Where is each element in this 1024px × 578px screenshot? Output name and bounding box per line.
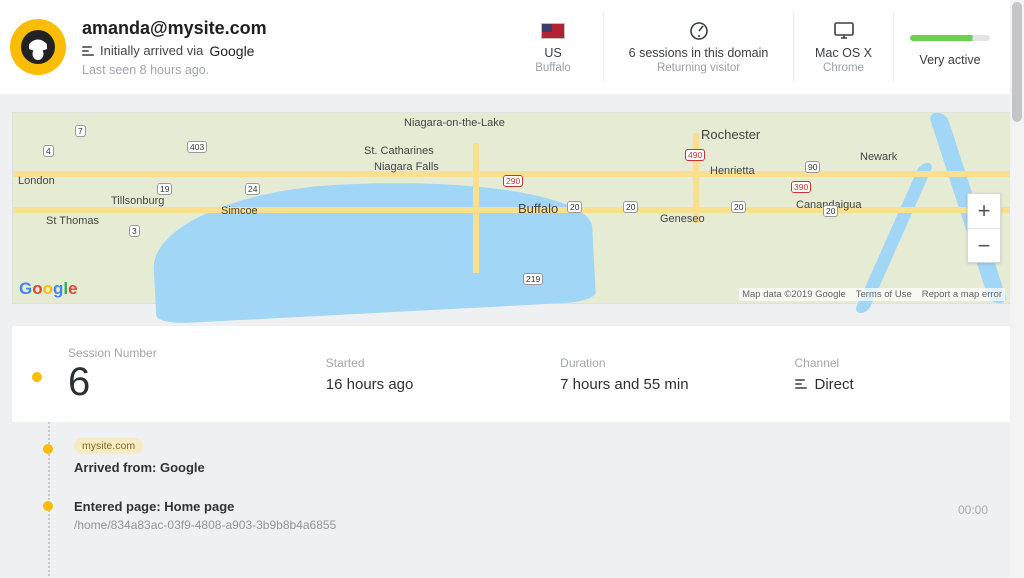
flag-us-icon [541, 23, 565, 39]
city-label: Niagara Falls [371, 161, 442, 173]
google-logo: Google [19, 279, 78, 299]
session-channel-label: Channel [795, 356, 982, 370]
timeline-entered-path: /home/834a83ac-03f9-4808-a903-3b9b8b4a68… [74, 518, 992, 532]
location-map[interactable]: London St Thomas Tillsonburg Simcoe St. … [12, 112, 1012, 304]
visitor-header: amanda@mysite.com Initially arrived via … [0, 0, 1024, 94]
route-shield: 20 [567, 201, 582, 213]
route-shield: 20 [731, 201, 746, 213]
timeline-item-arrived: mysite.com Arrived from: Google [68, 422, 1012, 479]
map-zoom-in-button[interactable]: + [968, 194, 1000, 228]
header-stats: US Buffalo 6 sessions in this domain Ret… [503, 12, 1006, 82]
route-shield: 4 [43, 145, 54, 157]
session-timeline: mysite.com Arrived from: Google Entered … [12, 422, 1012, 536]
route-shield: 390 [791, 181, 811, 193]
route-shield: 19 [157, 183, 172, 195]
page-scrollbar[interactable] [1010, 0, 1024, 578]
city-label: Geneseo [657, 213, 708, 225]
route-shield: 290 [503, 175, 523, 187]
timeline-entered-time: 00:00 [958, 503, 988, 517]
gauge-icon [689, 20, 709, 42]
visitor-identity: amanda@mysite.com Initially arrived via … [82, 18, 503, 77]
avatar [10, 19, 66, 75]
map-terms-link[interactable]: Terms of Use [856, 289, 912, 300]
city-label: St. Catharines [361, 145, 437, 157]
stat-sessions: 6 sessions in this domain Returning visi… [603, 12, 793, 82]
session-duration-label: Duration [560, 356, 794, 370]
session-summary-card: Session Number 6 Started 16 hours ago Du… [12, 326, 1012, 422]
city-label: Simcoe [218, 205, 261, 217]
city-label: Niagara-on-the-Lake [401, 117, 508, 129]
timeline-item-entered[interactable]: Entered page: Home page /home/834a83ac-0… [68, 479, 1012, 536]
route-shield: 490 [685, 149, 705, 161]
route-shield: 3 [129, 225, 140, 237]
city-label: Henrietta [707, 165, 758, 177]
session-started-label: Started [326, 356, 560, 370]
timeline-arrived-title: Arrived from: Google [74, 460, 992, 475]
route-shield: 24 [245, 183, 260, 195]
stat-device: Mac OS X Chrome [793, 12, 893, 82]
route-shield: 20 [823, 205, 838, 217]
map-zoom-controls: + − [967, 193, 1001, 263]
route-shield: 7 [75, 125, 86, 137]
visitor-email: amanda@mysite.com [82, 18, 503, 39]
timeline-entered-title: Entered page: Home page [74, 499, 992, 514]
monitor-icon [833, 20, 855, 42]
city-label: Newark [857, 151, 900, 163]
bars-icon [82, 46, 94, 56]
bars-icon [795, 379, 807, 389]
session-duration-value: 7 hours and 55 min [560, 376, 794, 393]
city-label: St Thomas [43, 215, 102, 227]
stat-location: US Buffalo [503, 12, 603, 82]
map-attribution: Map data ©2019 Google Terms of Use Repor… [739, 288, 1005, 301]
site-pill: mysite.com [74, 438, 143, 454]
timeline-dot [43, 501, 53, 511]
map-zoom-out-button[interactable]: − [968, 228, 1000, 262]
map-report-link[interactable]: Report a map error [922, 289, 1002, 300]
arrived-via: Initially arrived via Google [82, 43, 503, 59]
city-label: Buffalo [515, 201, 561, 216]
last-seen: Last seen 8 hours ago. [82, 63, 503, 77]
activity-bar-icon [910, 35, 990, 41]
scrollbar-thumb[interactable] [1012, 2, 1022, 122]
route-shield: 90 [805, 161, 820, 173]
route-shield: 219 [523, 273, 543, 285]
session-number-label: Session Number [68, 346, 326, 360]
session-number-value: 6 [68, 362, 326, 402]
route-shield: 20 [623, 201, 638, 213]
city-label: Tillsonburg [108, 195, 167, 207]
session-started-value: 16 hours ago [326, 376, 560, 393]
city-label: Rochester [698, 127, 763, 142]
session-channel-value: Direct [815, 376, 854, 393]
stat-activity: Very active [893, 12, 1006, 82]
route-shield: 403 [187, 141, 207, 153]
avatar-icon [20, 29, 56, 65]
timeline-dot [32, 372, 42, 382]
timeline-dot [43, 444, 53, 454]
city-label: London [15, 175, 58, 187]
